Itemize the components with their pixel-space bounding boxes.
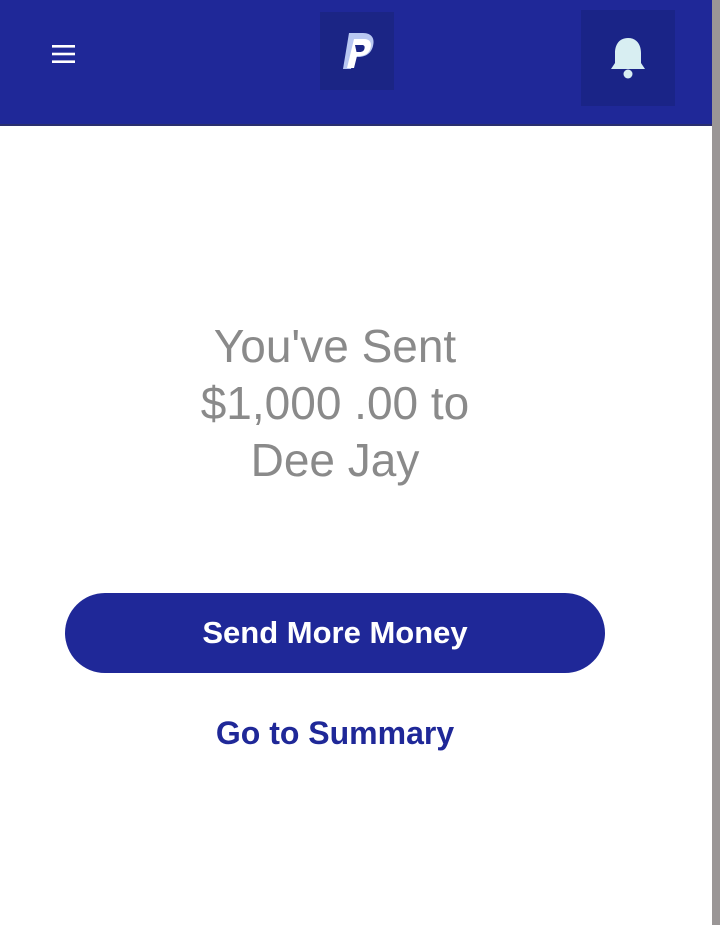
confirmation-line-2: $1,000 .00 to [200, 377, 470, 429]
menu-button[interactable] [44, 34, 84, 74]
confirmation-line-1: You've Sent [213, 320, 457, 372]
app-header [0, 0, 712, 126]
send-more-money-button[interactable]: Send More Money [65, 593, 605, 673]
go-to-summary-link[interactable]: Go to Summary [65, 710, 605, 756]
confirmation-line-3: Dee Jay [250, 434, 420, 486]
paypal-logo [320, 12, 394, 90]
paypal-logo-icon [343, 33, 374, 69]
notifications-button[interactable] [581, 10, 675, 106]
hamburger-menu-icon [52, 45, 75, 63]
window-edge [712, 0, 720, 925]
bell-icon [611, 38, 645, 79]
confirmation-message: You've Sent $1,000 .00 to Dee Jay [0, 318, 670, 489]
payment-confirmation-screen: You've Sent $1,000 .00 to Dee Jay Send M… [0, 0, 712, 925]
